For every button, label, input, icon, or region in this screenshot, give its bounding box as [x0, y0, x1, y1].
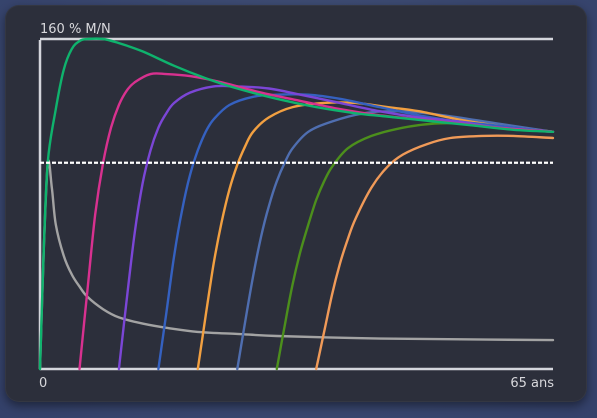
- x-axis-start-label: 0: [39, 376, 47, 391]
- x-axis-end-label: 65 ans: [510, 376, 554, 391]
- series-line-1: [38, 37, 555, 371]
- series-line-5: [196, 101, 555, 371]
- series-line-8: [315, 134, 555, 371]
- series-layer: [38, 37, 555, 371]
- y-axis-max-label: 160 % M/N: [40, 22, 111, 37]
- line-chart: 160 % M/N 0 65 ans: [38, 22, 555, 391]
- series-line-7: [275, 121, 555, 371]
